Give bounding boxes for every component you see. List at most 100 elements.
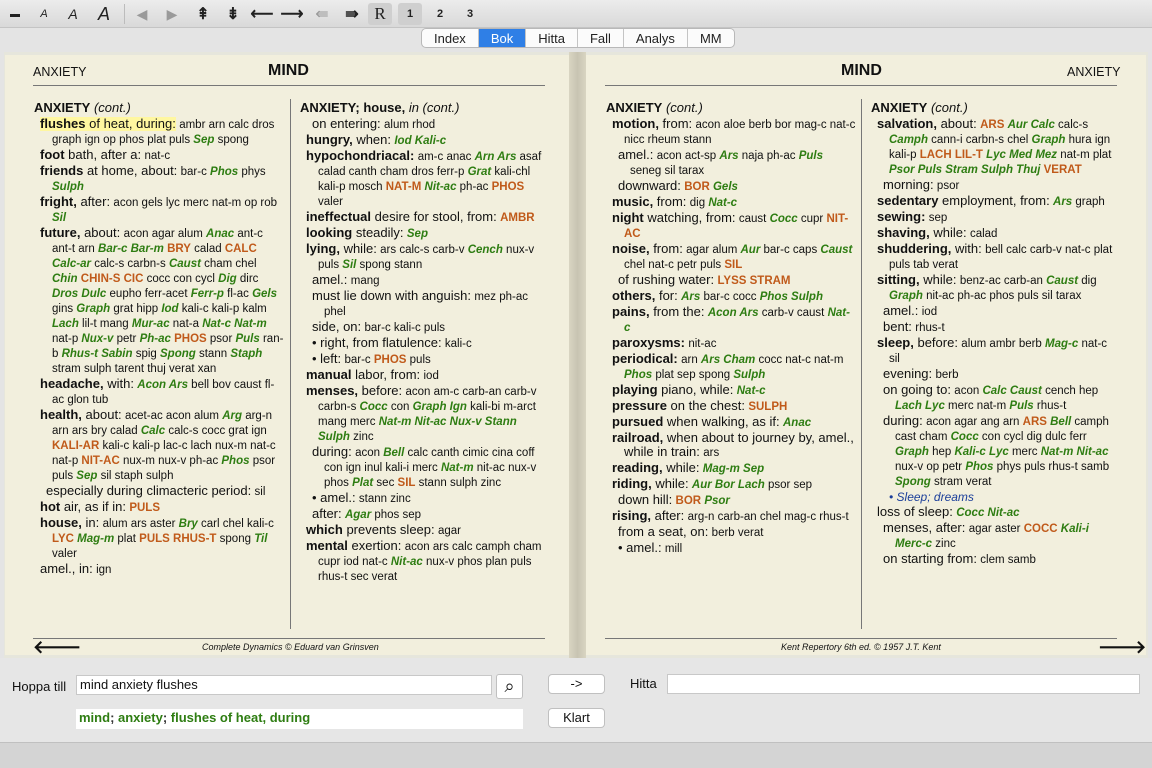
font-small-icon[interactable]: A	[36, 3, 52, 25]
rubric-entry[interactable]: menses, after: agar aster COCC Kali-i Me…	[871, 521, 1121, 551]
rubric-entry[interactable]: foot bath, after a: nat-c	[34, 148, 284, 163]
rubric-entry[interactable]: down hill: BOR Psor	[606, 493, 856, 508]
rubric-entry[interactable]: others, for: Ars bar-c cocc Phos Sulph	[606, 289, 856, 304]
go-button[interactable]: ->	[548, 674, 605, 694]
rubric-entry[interactable]: paroxysms: nit-ac	[606, 336, 856, 351]
tab-book[interactable]: Bok	[478, 29, 527, 47]
rubric-entry[interactable]: pressure on the chest: SULPH	[606, 399, 856, 414]
previous-page-arrow-icon[interactable]: 🡐	[33, 637, 81, 658]
rubric-entry[interactable]: riding, while: Aur Bor Lach psor sep	[606, 477, 856, 492]
rubric-entry[interactable]: house, in: alum ars aster Bry carl chel …	[34, 516, 284, 561]
rubric-entry[interactable]: during: acon Bell calc canth cimic cina …	[300, 445, 550, 490]
rubric-entry[interactable]: on going to: acon Calc Caust cench hep L…	[871, 383, 1121, 413]
rubric-entry[interactable]: on starting from: clem samb	[871, 552, 1121, 567]
rubric-entry[interactable]: amel.: acon act-sp Ars naja ph-ac Puls s…	[606, 148, 856, 178]
rubric-entry[interactable]: shaving, while: calad	[871, 226, 1121, 241]
rubric-entry[interactable]: manual labor, from: iod	[300, 368, 550, 383]
rubric-entry[interactable]: health, about: acet-ac acon alum Arg arg…	[34, 408, 284, 483]
rubric-entry[interactable]: loss of sleep: Cocc Nit-ac	[871, 505, 1121, 520]
heading-text: ANXIETY	[871, 100, 928, 115]
rubric-entry[interactable]: pains, from the: Acon Ars carb-v caust N…	[606, 305, 856, 335]
rubric-entry[interactable]: amel.: mang	[300, 273, 550, 288]
remedy-icon[interactable]: R	[368, 3, 392, 25]
rubric-entry[interactable]: motion, from: acon aloe berb bor mag-c n…	[606, 117, 856, 147]
remedy: Nat-m Nit-ac	[378, 416, 447, 428]
tab-find[interactable]: Hitta	[526, 29, 578, 47]
remedy: nat-p	[52, 333, 82, 345]
tab-case[interactable]: Fall	[578, 29, 624, 47]
rubric-entry[interactable]: headache, with: Acon Ars bell bov caust …	[34, 377, 284, 407]
last-icon[interactable]: ⇛	[340, 3, 364, 25]
zoom-out-icon[interactable]: ▬	[6, 3, 24, 25]
down-chapter-icon[interactable]: ⇟	[222, 3, 244, 25]
rubric-entry[interactable]: periodical: arn Ars Cham cocc nat-c nat-…	[606, 352, 856, 382]
rubric-entry[interactable]: especially during climacteric period: si…	[34, 484, 284, 499]
tab-index[interactable]: Index	[422, 29, 479, 47]
tab-analysis[interactable]: Analys	[624, 29, 688, 47]
up-chapter-icon[interactable]: ⇞	[192, 3, 214, 25]
rubric-entry[interactable]: salvation, about: ARS Aur Calc calc-s Ca…	[871, 117, 1121, 177]
clear-button[interactable]: Klart	[548, 708, 605, 728]
rubric-entry[interactable]: music, from: dig Nat-c	[606, 195, 856, 210]
rubric-entry[interactable]: side, on: bar-c kali-c puls	[300, 320, 550, 335]
rubric-entry[interactable]: morning: psor	[871, 178, 1121, 193]
rubric-entry[interactable]: • amel.: stann zinc	[300, 491, 550, 506]
rubric-entry[interactable]: amel., in: ign	[34, 562, 284, 577]
rubric-entry[interactable]: railroad, when about to journey by, amel…	[606, 431, 856, 460]
previous-icon[interactable]: ⟵	[251, 3, 274, 25]
rubric-entry[interactable]: • Sleep; dreams	[871, 490, 1121, 504]
back-icon[interactable]: ◀	[132, 3, 152, 25]
page-3-button[interactable]: 3	[458, 3, 482, 25]
rubric-entry[interactable]: sleep, before: alum ambr berb Mag-c nat-…	[871, 336, 1121, 366]
page-1-button[interactable]: 1	[398, 3, 422, 25]
rubric-entry[interactable]: hot air, as if in: PULS	[34, 500, 284, 515]
rubric-entry[interactable]: looking steadily: Sep	[300, 226, 550, 241]
rubric-entry[interactable]: future, about: acon agar alum Anac ant-c…	[34, 226, 284, 376]
rubric-entry[interactable]: evening: berb	[871, 367, 1121, 382]
rubric-text: amel.:	[883, 303, 919, 318]
first-icon[interactable]: ⇚	[310, 3, 334, 25]
rubric-entry[interactable]: from a seat, on: berb verat	[606, 525, 856, 540]
rubric-entry[interactable]: hungry, when: Iod Kali-c	[300, 133, 550, 148]
rubric-entry[interactable]: which prevents sleep: agar	[300, 523, 550, 538]
rubric-entry[interactable]: lying, while: ars calc-s carb-v Cench nu…	[300, 242, 550, 272]
rubric-entry[interactable]: menses, before: acon am-c carb-an carb-v…	[300, 384, 550, 444]
rubric-entry[interactable]: rising, after: arg-n carb-an chel mag-c …	[606, 509, 856, 524]
next-page-arrow-icon[interactable]: 🡒	[1098, 637, 1146, 658]
rubric-entry[interactable]: ineffectual desire for stool, from: AMBR	[300, 210, 550, 225]
rubric-entry[interactable]: amel.: iod	[871, 304, 1121, 319]
rubric-entry[interactable]: after: Agar phos sep	[300, 507, 550, 522]
rubric-entry[interactable]: friends at home, about: bar-c Phos phys …	[34, 164, 284, 194]
rubric-entry[interactable]: bent: rhus-t	[871, 320, 1121, 335]
rubric-entry[interactable]: must lie down with anguish: mez ph-ac ph…	[300, 289, 550, 319]
search-icon[interactable]: ⌕	[496, 674, 523, 699]
rubric-entry[interactable]: downward: BOR Gels	[606, 179, 856, 194]
rubric-entry[interactable]: pursued when walking, as if: Anac	[606, 415, 856, 430]
rubric-entry[interactable]: • right, from flatulence: kali-c	[300, 336, 550, 351]
rubric-entry[interactable]: • left: bar-c PHOS puls	[300, 352, 550, 367]
rubric-entry[interactable]: reading, while: Mag-m Sep	[606, 461, 856, 476]
tab-materia-medica[interactable]: MM	[688, 29, 734, 47]
rubric-entry[interactable]: shuddering, with: bell calc carb-v nat-c…	[871, 242, 1121, 272]
font-large-icon[interactable]: A	[94, 3, 114, 25]
find-input[interactable]	[667, 674, 1140, 694]
jump-to-input[interactable]: mind anxiety flushes	[76, 675, 492, 695]
rubric-entry[interactable]: • amel.: mill	[606, 541, 856, 556]
rubric-entry[interactable]: sitting, while: benz-ac carb-an Caust di…	[871, 273, 1121, 303]
rubric-entry[interactable]: fright, after: acon gels lyc merc nat-m …	[34, 195, 284, 225]
rubric-entry[interactable]: sedentary employment, from: Ars graph	[871, 194, 1121, 209]
next-icon[interactable]: ⟶	[281, 3, 304, 25]
rubric-entry[interactable]: on entering: alum rhod	[300, 117, 550, 132]
forward-icon[interactable]: ▶	[162, 3, 182, 25]
rubric-entry[interactable]: of rushing water: LYSS STRAM	[606, 273, 856, 288]
rubric-entry[interactable]: playing piano, while: Nat-c	[606, 383, 856, 398]
rubric-entry[interactable]: mental exertion: acon ars calc camph cha…	[300, 539, 550, 584]
rubric-entry[interactable]: sewing: sep	[871, 210, 1121, 225]
page-2-button[interactable]: 2	[428, 3, 452, 25]
rubric-entry[interactable]: noise, from: agar alum Aur bar-c caps Ca…	[606, 242, 856, 272]
rubric-entry[interactable]: flushes of heat, during: ambr arn calc d…	[34, 117, 284, 147]
rubric-entry[interactable]: during: acon agar ang arn ARS Bell camph…	[871, 414, 1121, 489]
rubric-entry[interactable]: night watching, from: caust Cocc cupr NI…	[606, 211, 856, 241]
font-medium-icon[interactable]: A	[64, 3, 82, 25]
rubric-entry[interactable]: hypochondriacal: am-c anac Arn Ars asaf …	[300, 149, 550, 209]
